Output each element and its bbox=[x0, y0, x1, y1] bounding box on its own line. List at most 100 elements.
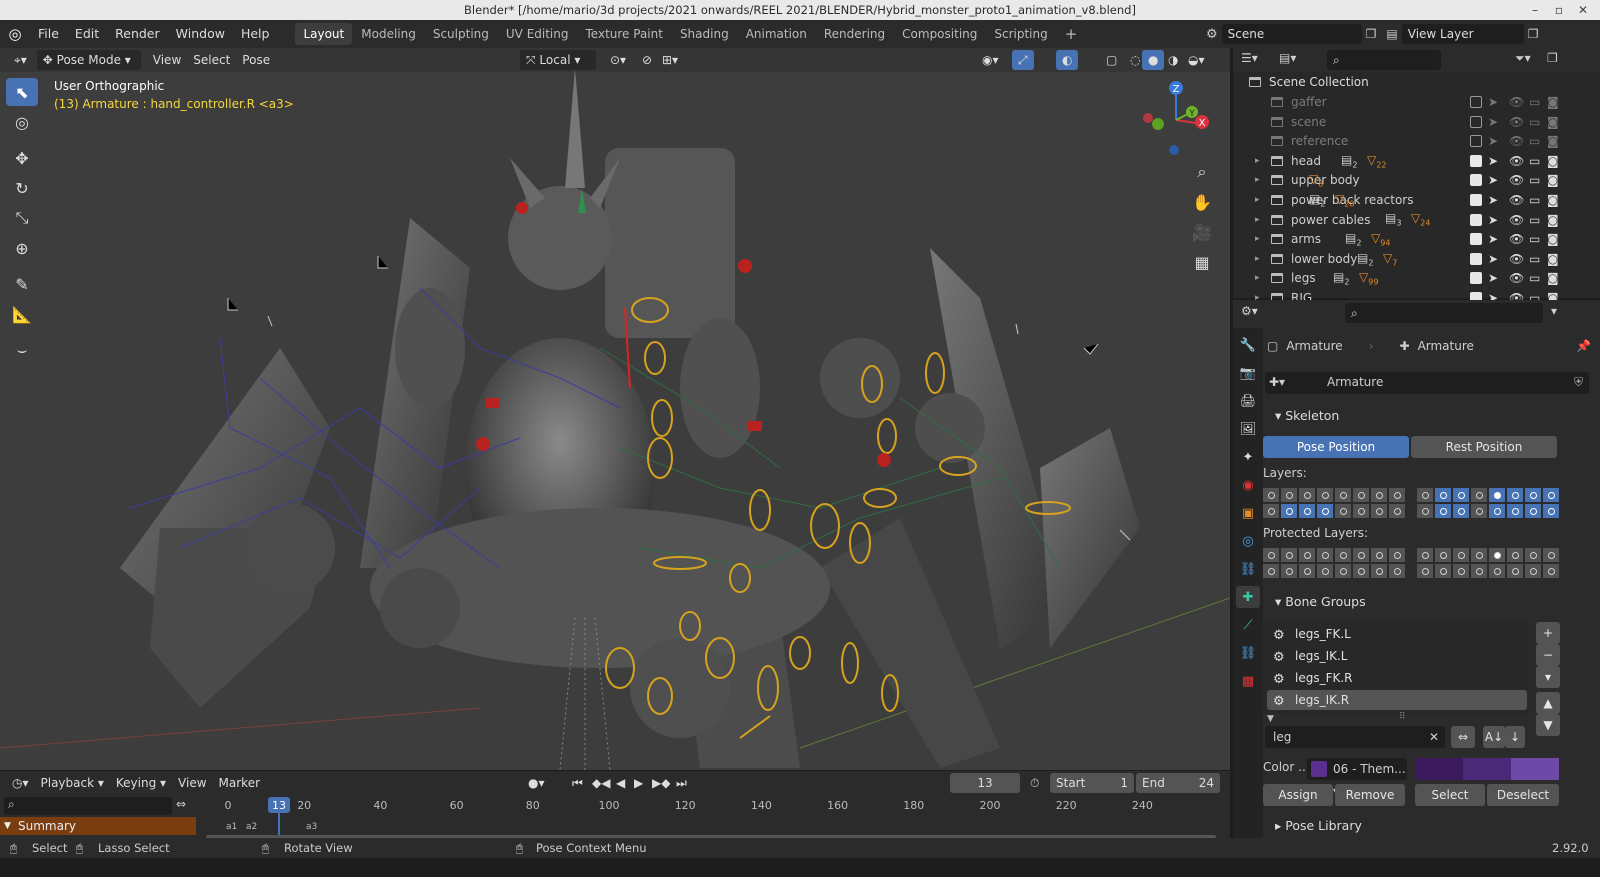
layer-toggle[interactable] bbox=[1543, 488, 1559, 502]
layer-toggle[interactable] bbox=[1507, 488, 1523, 502]
annotate-tool-icon[interactable]: ✎ bbox=[6, 270, 38, 298]
layer-toggle[interactable] bbox=[1335, 488, 1351, 502]
layers-grid-left[interactable] bbox=[1263, 488, 1405, 518]
outliner-row[interactable]: ▸ power cables ▤3 ▽24 ➤ 👁 ▭ ◙ bbox=[1233, 210, 1600, 230]
layer-toggle[interactable] bbox=[1389, 564, 1405, 578]
camera-render-icon[interactable]: ◙ bbox=[1547, 95, 1559, 109]
bone-group-item[interactable]: ⚙ legs_FK.R bbox=[1267, 668, 1527, 688]
layer-toggle[interactable] bbox=[1489, 564, 1505, 578]
layer-toggle[interactable] bbox=[1317, 548, 1333, 562]
list-resize-handle-icon[interactable]: ⠿ bbox=[1399, 712, 1406, 722]
eye-icon[interactable]: 👁 bbox=[1509, 232, 1524, 246]
bone-group-filter-input[interactable]: leg ✕ bbox=[1265, 726, 1445, 748]
tab-layout[interactable]: Layout bbox=[295, 23, 353, 45]
measure-tool-icon[interactable]: 📐 bbox=[6, 300, 38, 328]
layer-toggle[interactable] bbox=[1353, 504, 1369, 518]
properties-editor-icon[interactable]: ⚙▾ bbox=[1241, 304, 1258, 318]
selectable-arrow-icon[interactable]: ➤ bbox=[1488, 115, 1498, 129]
expand-arrow-icon[interactable]: ▸ bbox=[1255, 254, 1260, 264]
new-collection-icon[interactable]: ❐ bbox=[1547, 51, 1558, 65]
layer-toggle[interactable] bbox=[1353, 564, 1369, 578]
layer-toggle[interactable] bbox=[1543, 548, 1559, 562]
editor-type-icon[interactable]: ⌖▾ bbox=[8, 50, 33, 70]
layer-toggle[interactable] bbox=[1281, 504, 1297, 518]
layer-toggle[interactable] bbox=[1471, 504, 1487, 518]
eye-icon[interactable]: 👁 bbox=[1509, 271, 1524, 285]
summary-collapse-icon[interactable]: ▼ bbox=[4, 817, 11, 835]
selectable-arrow-icon[interactable]: ➤ bbox=[1488, 154, 1498, 168]
layer-toggle[interactable] bbox=[1435, 504, 1451, 518]
outliner-row[interactable]: ▸ power back reactors ▤2 ▽20 ➤ 👁 ▭ ◙ bbox=[1233, 190, 1600, 210]
remove-button[interactable]: Remove bbox=[1335, 784, 1405, 806]
close-icon[interactable]: ✕ bbox=[1572, 0, 1594, 20]
active-color-swatch[interactable] bbox=[1511, 758, 1559, 780]
menu-pose[interactable]: Pose bbox=[236, 50, 276, 70]
tab-modeling[interactable]: Modeling bbox=[353, 23, 424, 45]
transform-orientation-selector[interactable]: ⤧ Local ▾ bbox=[520, 50, 596, 70]
rendered-shading-icon[interactable]: ◒▾ bbox=[1182, 50, 1211, 70]
menu-playback[interactable]: Playback ▾ bbox=[35, 773, 110, 793]
layer-toggle[interactable] bbox=[1543, 504, 1559, 518]
layer-toggle[interactable] bbox=[1299, 564, 1315, 578]
render-tab-icon[interactable]: 📷 bbox=[1236, 362, 1260, 384]
outliner-row[interactable]: reference ➤ 👁 ▭ ◙ bbox=[1233, 131, 1600, 151]
remove-bone-group-button[interactable]: − bbox=[1536, 644, 1560, 666]
layer-toggle[interactable] bbox=[1281, 564, 1297, 578]
pose-library-panel-header[interactable]: ▸ Pose Library bbox=[1263, 814, 1600, 838]
mode-selector[interactable]: ✥ Pose Mode ▾ bbox=[36, 50, 141, 70]
world-tab-icon[interactable]: ◉ bbox=[1236, 474, 1260, 496]
layer-toggle[interactable] bbox=[1489, 548, 1505, 562]
exclude-checkbox[interactable] bbox=[1470, 174, 1482, 187]
select-button[interactable]: Select bbox=[1415, 784, 1485, 806]
layer-toggle[interactable] bbox=[1263, 488, 1279, 502]
physics-tab-icon[interactable]: ◎ bbox=[1236, 530, 1260, 552]
layer-toggle[interactable] bbox=[1543, 564, 1559, 578]
eye-icon[interactable]: 👁 bbox=[1509, 213, 1524, 227]
new-view-layer-icon[interactable]: ❐ bbox=[1528, 27, 1539, 41]
move-up-button[interactable]: ▲ bbox=[1536, 692, 1560, 714]
bone-constraints-tab-icon[interactable]: ⛓ bbox=[1236, 642, 1260, 664]
color-set-selector[interactable]: 06 - Them... ▾ bbox=[1307, 758, 1407, 798]
view-layer-selector[interactable]: View Layer bbox=[1401, 24, 1524, 44]
tab-compositing[interactable]: Compositing bbox=[894, 23, 985, 45]
layer-toggle[interactable] bbox=[1507, 548, 1523, 562]
current-frame-field[interactable]: 13 bbox=[950, 773, 1020, 793]
layer-toggle[interactable] bbox=[1507, 564, 1523, 578]
constraints-tab-icon[interactable]: ⛓ bbox=[1236, 558, 1260, 580]
layer-toggle[interactable] bbox=[1335, 548, 1351, 562]
layer-toggle[interactable] bbox=[1263, 504, 1279, 518]
layer-toggle[interactable] bbox=[1471, 488, 1487, 502]
select-box-tool-icon[interactable]: ⬉ bbox=[6, 78, 38, 106]
output-tab-icon[interactable]: 🖨 bbox=[1236, 390, 1260, 412]
zoom-icon[interactable]: ⌕ bbox=[1188, 158, 1216, 186]
eye-icon[interactable]: 👁 bbox=[1509, 252, 1524, 266]
gizmo-toggle-icon[interactable]: ⤢ bbox=[1012, 50, 1034, 70]
layer-toggle[interactable] bbox=[1335, 564, 1351, 578]
camera-render-icon[interactable]: ◙ bbox=[1547, 134, 1559, 148]
reverse-sort-button[interactable]: ↓ bbox=[1505, 726, 1525, 748]
move-down-button[interactable]: ▼ bbox=[1536, 714, 1560, 736]
outliner-row[interactable]: ▸ head ▤2 ▽22 ➤ 👁 ▭ ◙ bbox=[1233, 151, 1600, 171]
visibility-icon[interactable]: ◉▾ bbox=[976, 50, 1005, 70]
layer-toggle[interactable] bbox=[1389, 504, 1405, 518]
monitor-icon[interactable]: ▭ bbox=[1529, 134, 1540, 148]
monitor-icon[interactable]: ▭ bbox=[1529, 95, 1540, 109]
snap-icon[interactable]: ⊘ bbox=[636, 50, 658, 70]
eye-icon[interactable]: 👁 bbox=[1509, 115, 1524, 129]
tab-rendering[interactable]: Rendering bbox=[816, 23, 893, 45]
monitor-icon[interactable]: ▭ bbox=[1529, 193, 1540, 207]
bone-groups-panel-header[interactable]: ▾ Bone Groups bbox=[1263, 590, 1600, 614]
pivot-point-icon[interactable]: ⊙▾ bbox=[604, 50, 632, 70]
layer-toggle[interactable] bbox=[1317, 488, 1333, 502]
protected-layers-grid-left[interactable] bbox=[1263, 548, 1405, 578]
normal-color-swatch[interactable] bbox=[1415, 758, 1463, 780]
expand-arrow-icon[interactable]: ▸ bbox=[1255, 195, 1260, 205]
sort-alpha-button[interactable]: A↓ bbox=[1483, 726, 1505, 748]
layer-toggle[interactable] bbox=[1525, 564, 1541, 578]
layer-toggle[interactable] bbox=[1417, 504, 1433, 518]
expand-arrow-icon[interactable]: ▸ bbox=[1255, 273, 1260, 283]
tool-tab-icon[interactable]: 🔧 bbox=[1236, 334, 1260, 356]
xray-icon[interactable]: ▢ bbox=[1100, 50, 1123, 70]
skeleton-panel-header[interactable]: ▾ Skeleton bbox=[1263, 404, 1600, 428]
camera-render-icon[interactable]: ◙ bbox=[1547, 271, 1559, 285]
